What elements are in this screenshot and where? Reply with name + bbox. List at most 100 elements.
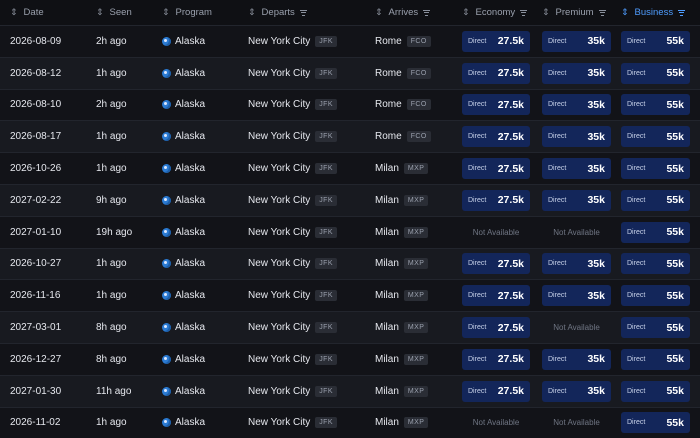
- table-row[interactable]: 2026-08-12 1h ago Alaska New York City J…: [0, 56, 700, 89]
- fare-pill[interactable]: Direct 35k: [542, 126, 611, 148]
- fare-pill[interactable]: Direct 35k: [542, 62, 611, 84]
- economy-cell[interactable]: Direct 27.5k: [462, 312, 530, 343]
- premium-cell[interactable]: Direct 35k: [542, 344, 611, 375]
- premium-cell[interactable]: Direct 35k: [542, 280, 611, 311]
- fare-pill[interactable]: Direct 55k: [621, 94, 690, 116]
- economy-cell[interactable]: Direct 27.5k: [462, 376, 530, 407]
- table-row[interactable]: 2027-01-10 19h ago Alaska New York City …: [0, 215, 700, 248]
- fare-pill[interactable]: Direct 27.5k: [462, 62, 530, 84]
- economy-cell[interactable]: Direct 27.5k: [462, 121, 530, 152]
- fare-pill[interactable]: Direct 35k: [542, 158, 611, 180]
- business-cell[interactable]: Direct 55k: [621, 153, 690, 184]
- table-row[interactable]: 2026-10-27 1h ago Alaska New York City J…: [0, 247, 700, 280]
- business-cell[interactable]: Direct 55k: [621, 376, 690, 407]
- fare-pill[interactable]: Direct 55k: [621, 221, 690, 243]
- fare-pill[interactable]: Direct 27.5k: [462, 189, 530, 211]
- business-cell[interactable]: Direct 55k: [621, 121, 690, 152]
- filter-icon[interactable]: [598, 9, 606, 16]
- fare-pill[interactable]: Direct 27.5k: [462, 30, 530, 52]
- fare-pill[interactable]: Direct 27.5k: [462, 126, 530, 148]
- economy-cell[interactable]: Direct 27.5k: [462, 280, 530, 311]
- table-row[interactable]: 2026-11-16 1h ago Alaska New York City J…: [0, 279, 700, 312]
- economy-cell[interactable]: Direct 27.5k: [462, 153, 530, 184]
- fare-pill[interactable]: Direct 55k: [621, 62, 690, 84]
- fare-pill[interactable]: Direct 55k: [621, 189, 690, 211]
- table-row[interactable]: 2026-12-27 8h ago Alaska New York City J…: [0, 342, 700, 375]
- filter-icon[interactable]: [299, 9, 307, 16]
- economy-cell[interactable]: Direct 27.5k: [462, 185, 530, 216]
- fare-pill[interactable]: Direct 27.5k: [462, 158, 530, 180]
- business-cell[interactable]: Direct 55k: [621, 249, 690, 280]
- premium-cell[interactable]: Direct 35k: [542, 249, 611, 280]
- fare-pill[interactable]: Direct 27.5k: [462, 94, 530, 116]
- economy-cell[interactable]: Direct 27.5k: [462, 58, 530, 89]
- fare-pill[interactable]: Direct 55k: [621, 30, 690, 52]
- filter-icon[interactable]: [678, 9, 686, 16]
- premium-cell[interactable]: Direct 35k: [542, 26, 611, 57]
- fare-pill[interactable]: Direct 55k: [621, 158, 690, 180]
- column-header-business[interactable]: ⇕ Business: [621, 0, 690, 25]
- business-cell[interactable]: Direct 55k: [621, 185, 690, 216]
- premium-cell[interactable]: Direct 35k: [542, 153, 611, 184]
- premium-cell[interactable]: Direct 35k: [542, 58, 611, 89]
- economy-cell[interactable]: Direct 27.5k: [462, 249, 530, 280]
- fare-pill[interactable]: Direct 55k: [621, 412, 690, 434]
- fare-pill[interactable]: Direct 27.5k: [462, 348, 530, 370]
- fare-pill[interactable]: Direct 27.5k: [462, 285, 530, 307]
- economy-cell[interactable]: Direct 27.5k: [462, 26, 530, 57]
- column-header-date[interactable]: ⇕ Date: [10, 0, 90, 25]
- table-row[interactable]: 2026-08-09 2h ago Alaska New York City J…: [0, 25, 700, 57]
- arrival-code-badge: MXP: [403, 163, 429, 175]
- fare-pill[interactable]: Direct 55k: [621, 380, 690, 402]
- table-row[interactable]: 2027-01-30 11h ago Alaska New York City …: [0, 374, 700, 407]
- fare-pill[interactable]: Direct 27.5k: [462, 380, 530, 402]
- business-cell[interactable]: Direct 55k: [621, 280, 690, 311]
- column-header-departs[interactable]: ⇕ Departs: [248, 0, 368, 25]
- fare-pill[interactable]: Direct 55k: [621, 253, 690, 275]
- fare-pill[interactable]: Direct 35k: [542, 94, 611, 116]
- business-cell[interactable]: Direct 55k: [621, 217, 690, 248]
- business-cell[interactable]: Direct 55k: [621, 26, 690, 57]
- premium-cell[interactable]: Direct 35k: [542, 376, 611, 407]
- table-row[interactable]: 2027-03-01 8h ago Alaska New York City J…: [0, 311, 700, 343]
- table-row[interactable]: 2026-10-26 1h ago Alaska New York City J…: [0, 152, 700, 184]
- direct-label: Direct: [627, 292, 646, 300]
- fare-pill[interactable]: Direct 55k: [621, 126, 690, 148]
- fare-pill[interactable]: Direct 35k: [542, 253, 611, 275]
- fare-points: 27.5k: [497, 162, 524, 175]
- table-row[interactable]: 2026-11-02 1h ago Alaska New York City J…: [0, 406, 700, 438]
- column-header-seen[interactable]: ⇕ Seen: [96, 0, 156, 25]
- business-cell[interactable]: Direct 55k: [621, 90, 690, 121]
- fare-pill[interactable]: Direct 35k: [542, 189, 611, 211]
- fare-pill[interactable]: Direct 27.5k: [462, 317, 530, 339]
- seen-cell: 1h ago: [96, 67, 127, 79]
- column-header-program[interactable]: ⇕ Program: [162, 0, 242, 25]
- premium-cell[interactable]: Direct 35k: [542, 90, 611, 121]
- table-row[interactable]: 2026-08-10 2h ago Alaska New York City J…: [0, 88, 700, 121]
- business-cell[interactable]: Direct 55k: [621, 344, 690, 375]
- fare-pill[interactable]: Direct 55k: [621, 317, 690, 339]
- premium-cell[interactable]: Direct 35k: [542, 185, 611, 216]
- premium-cell[interactable]: Direct 35k: [542, 121, 611, 152]
- column-header-premium[interactable]: ⇕ Premium: [542, 0, 611, 25]
- table-row[interactable]: 2027-02-22 9h ago Alaska New York City J…: [0, 183, 700, 216]
- filter-icon[interactable]: [520, 9, 528, 16]
- economy-cell[interactable]: Direct 27.5k: [462, 344, 530, 375]
- filter-icon[interactable]: [423, 9, 431, 16]
- table-row[interactable]: 2026-08-17 1h ago Alaska New York City J…: [0, 120, 700, 153]
- business-cell[interactable]: Direct 55k: [621, 408, 690, 438]
- fare-pill[interactable]: Direct 55k: [621, 285, 690, 307]
- business-cell[interactable]: Direct 55k: [621, 58, 690, 89]
- fare-pill[interactable]: Direct 35k: [542, 285, 611, 307]
- column-header-economy[interactable]: ⇕ Economy: [462, 0, 530, 25]
- fare-pill[interactable]: Direct 55k: [621, 348, 690, 370]
- fare-pill[interactable]: Direct 35k: [542, 30, 611, 52]
- fare-pill[interactable]: Direct 35k: [542, 380, 611, 402]
- fare-pill[interactable]: Direct 27.5k: [462, 253, 530, 275]
- fare-points: 55k: [666, 353, 684, 366]
- economy-cell[interactable]: Direct 27.5k: [462, 90, 530, 121]
- business-cell[interactable]: Direct 55k: [621, 312, 690, 343]
- column-header-arrives[interactable]: ⇕ Arrives: [375, 0, 455, 25]
- date-cell: 2027-01-30: [10, 385, 62, 397]
- fare-pill[interactable]: Direct 35k: [542, 348, 611, 370]
